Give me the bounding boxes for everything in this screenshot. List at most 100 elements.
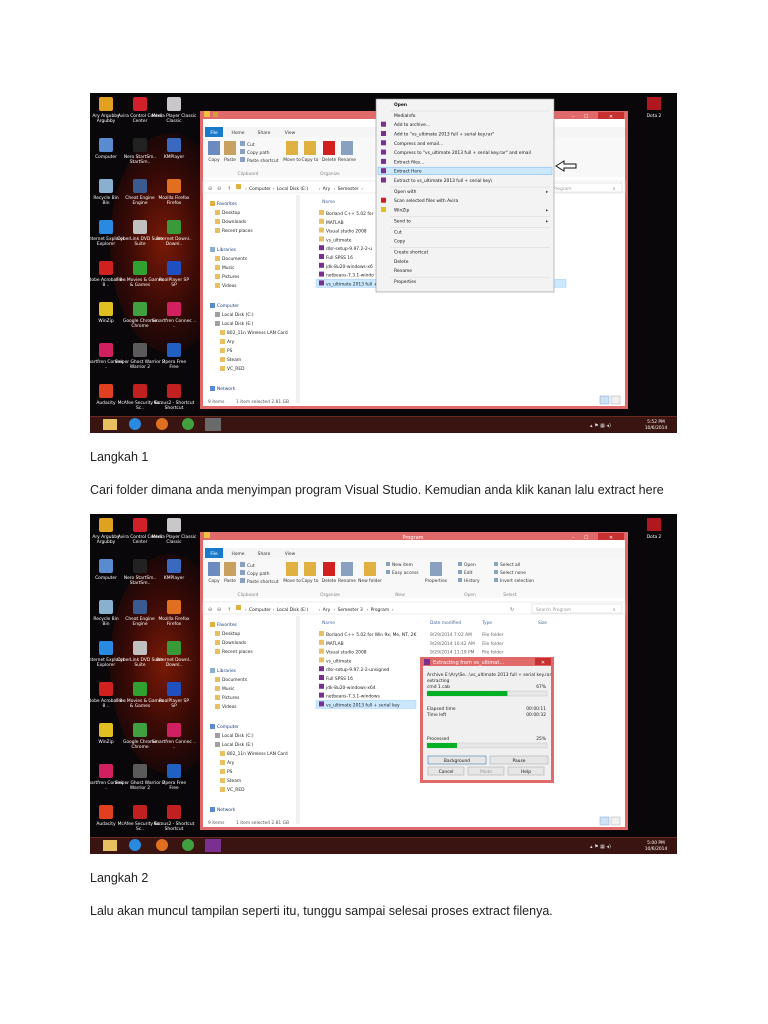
breadcrumb-item[interactable]: Computer <box>249 186 271 192</box>
film-icon[interactable] <box>167 97 181 111</box>
ribbon-copy-to[interactable]: Copy to <box>302 157 319 163</box>
ie-icon[interactable] <box>99 641 113 655</box>
tab-view[interactable]: View <box>285 130 296 136</box>
nav-item[interactable]: Desktop <box>222 210 240 216</box>
tab-home[interactable]: Home <box>232 551 245 557</box>
idm-icon[interactable] <box>167 641 181 655</box>
ribbon-open[interactable]: Open <box>464 562 476 568</box>
avira-icon[interactable] <box>133 518 147 532</box>
winzip-icon[interactable] <box>99 302 113 316</box>
forward-icon[interactable]: ⊖ <box>217 186 221 192</box>
ribbon-cut[interactable]: Cut <box>247 142 255 148</box>
delete-icon[interactable] <box>323 141 335 155</box>
firefox-icon[interactable] <box>167 600 181 614</box>
up-arrow-icon[interactable]: ↑ <box>227 607 231 613</box>
nav-item[interactable]: 802_11n Wireless LAN Card <box>227 330 288 336</box>
nav-item[interactable]: VC_RED <box>227 787 245 793</box>
nero-icon[interactable] <box>133 138 147 152</box>
paste-icon[interactable] <box>224 141 236 155</box>
file-name[interactable]: vs_ultimate 2013 full + serial key <box>326 702 400 708</box>
smartfren-icon[interactable] <box>99 764 113 778</box>
tray-time[interactable]: 5:52 PM <box>647 419 665 425</box>
ribbon-paste[interactable]: Paste <box>224 578 236 584</box>
nav-item[interactable]: Pictures <box>222 695 240 701</box>
menu-item[interactable]: Extract Here <box>394 169 422 175</box>
icons-view-button[interactable] <box>610 395 621 405</box>
details-view-button[interactable] <box>599 816 610 826</box>
nav-scrollbar[interactable] <box>296 616 300 824</box>
ribbon-delete[interactable]: Delete <box>322 157 337 163</box>
smartfren-icon[interactable] <box>167 723 181 737</box>
copy-to-icon[interactable] <box>304 562 316 576</box>
tab-view[interactable]: View <box>285 551 296 557</box>
firefox-icon[interactable] <box>167 179 181 193</box>
menu-item[interactable]: WinZip <box>394 208 409 214</box>
file-name[interactable]: MATLAB <box>326 641 344 647</box>
idm-icon[interactable] <box>167 220 181 234</box>
opera-icon[interactable] <box>167 343 181 357</box>
mcafee-icon[interactable] <box>133 805 147 819</box>
chrome-icon[interactable] <box>133 302 147 316</box>
sniper-icon[interactable] <box>133 343 147 357</box>
acrobat-icon[interactable] <box>99 261 113 275</box>
tab-home[interactable]: Home <box>232 130 245 136</box>
nav-item[interactable]: Steam <box>227 778 241 784</box>
winzip-icon[interactable] <box>99 723 113 737</box>
nero-icon[interactable] <box>133 559 147 573</box>
ribbon-move-to[interactable]: Move to <box>283 578 301 584</box>
properties-icon[interactable] <box>430 562 442 576</box>
file-name[interactable]: dlsr-setup-9.97.2-2-unsigned <box>326 667 390 673</box>
cheat-engine-icon[interactable] <box>133 600 147 614</box>
nav-item[interactable]: Favorites <box>217 622 238 628</box>
column-name[interactable]: Name <box>322 620 335 626</box>
move-to-icon[interactable] <box>286 141 298 155</box>
recycle-bin-icon[interactable] <box>99 179 113 193</box>
menu-item[interactable]: Extract files... <box>394 159 424 165</box>
column-date-modified[interactable]: Date modified <box>430 620 461 626</box>
column-type[interactable]: Type <box>481 620 492 626</box>
ribbon-select-all[interactable]: Select all <box>500 562 520 568</box>
menu-item[interactable]: Open <box>394 102 407 108</box>
ribbon-paste-shortcut[interactable]: Paste shortcut <box>247 579 279 585</box>
ribbon-edit[interactable]: Edit <box>464 570 473 576</box>
file-name[interactable]: MATLAB <box>326 220 344 226</box>
nav-item[interactable]: Local Disk (E:) <box>222 321 254 327</box>
breadcrumb-item[interactable]: Computer <box>249 607 271 613</box>
ribbon-copy-to[interactable]: Copy to <box>302 578 319 584</box>
menu-item[interactable]: Extract to vs_ultimate 2013 full + seria… <box>394 178 493 184</box>
menu-item[interactable]: Compress to "vs_ultimate 2013 full + ser… <box>394 150 531 156</box>
nav-scrollbar[interactable] <box>296 195 300 403</box>
nav-item[interactable]: Music <box>222 265 235 271</box>
tab-share[interactable]: Share <box>258 551 271 557</box>
file-name[interactable]: jdk-8u20-windows-x6 <box>325 264 373 270</box>
tray-icons[interactable]: ▴ ⚑ ▦ ◂) <box>590 844 611 850</box>
kamus-icon[interactable] <box>167 805 181 819</box>
nav-item[interactable]: Pictures <box>222 274 240 280</box>
breadcrumb-item[interactable]: Local Disk (E:) <box>277 607 309 613</box>
back-icon[interactable]: ⊖ <box>208 607 212 613</box>
maximize-icon[interactable]: ☐ <box>584 535 588 541</box>
refresh-icon[interactable]: ↻ <box>510 607 514 613</box>
new-folder-icon[interactable] <box>364 562 376 576</box>
tray-date[interactable]: 10/6/2014 <box>645 846 668 852</box>
copy-icon[interactable] <box>208 141 220 155</box>
move-to-icon[interactable] <box>286 562 298 576</box>
nav-item[interactable]: Recent places <box>222 649 253 655</box>
file-name[interactable]: vs_ultimate <box>326 237 352 243</box>
file-name[interactable]: Full SPSS 16 <box>326 676 353 682</box>
file-name[interactable]: dlsr-setup-9.97.2-2-u <box>326 246 372 252</box>
nav-item[interactable]: Documents <box>222 256 248 262</box>
tab-file[interactable]: File <box>210 130 218 136</box>
nav-item[interactable]: PS <box>227 769 233 775</box>
nav-item[interactable]: Downloads <box>222 219 247 225</box>
taskbar-chrome-icon[interactable] <box>182 418 194 430</box>
nav-item[interactable]: Ary <box>227 760 235 766</box>
dvd-icon[interactable] <box>133 220 147 234</box>
taskbar-explorer-icon[interactable] <box>103 419 117 430</box>
ribbon-copy-path[interactable]: Copy path <box>247 150 270 156</box>
nav-item[interactable]: Videos <box>222 704 237 710</box>
file-name[interactable]: Full SPSS 16 <box>326 255 353 261</box>
realplayer-icon[interactable] <box>167 261 181 275</box>
computer-icon[interactable] <box>99 138 113 152</box>
quick-access-icon[interactable] <box>213 112 218 117</box>
